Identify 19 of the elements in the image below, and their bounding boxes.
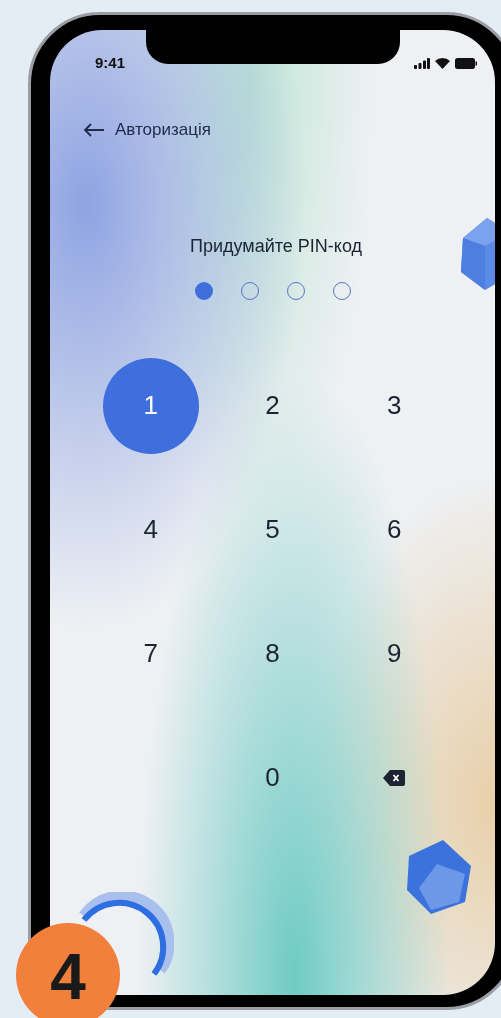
keypad-key[interactable]: 9 — [346, 605, 443, 702]
keypad-key[interactable]: 0 — [224, 729, 321, 826]
back-link[interactable]: Авторизація — [83, 117, 211, 143]
keypad-key[interactable]: 8 — [224, 605, 321, 702]
keypad-key[interactable]: 3 — [346, 357, 443, 454]
battery-icon — [455, 57, 477, 69]
back-arrow-icon — [83, 122, 105, 137]
status-time: 9:41 — [95, 52, 126, 73]
keypad-key[interactable]: 2 — [224, 357, 321, 454]
keypad-key[interactable]: 6 — [346, 481, 443, 578]
backspace-icon — [383, 769, 406, 786]
keypad-key[interactable]: 1 — [102, 357, 199, 454]
keypad-key[interactable]: 5 — [224, 481, 321, 578]
wifi-icon — [435, 57, 450, 69]
signal-icon — [414, 57, 430, 69]
step-badge: 4 — [16, 923, 120, 1018]
screen-title: Придумайте PIN-код — [189, 234, 362, 258]
keypad-key[interactable]: 4 — [102, 481, 199, 578]
keypad-key[interactable]: 7 — [102, 605, 199, 702]
